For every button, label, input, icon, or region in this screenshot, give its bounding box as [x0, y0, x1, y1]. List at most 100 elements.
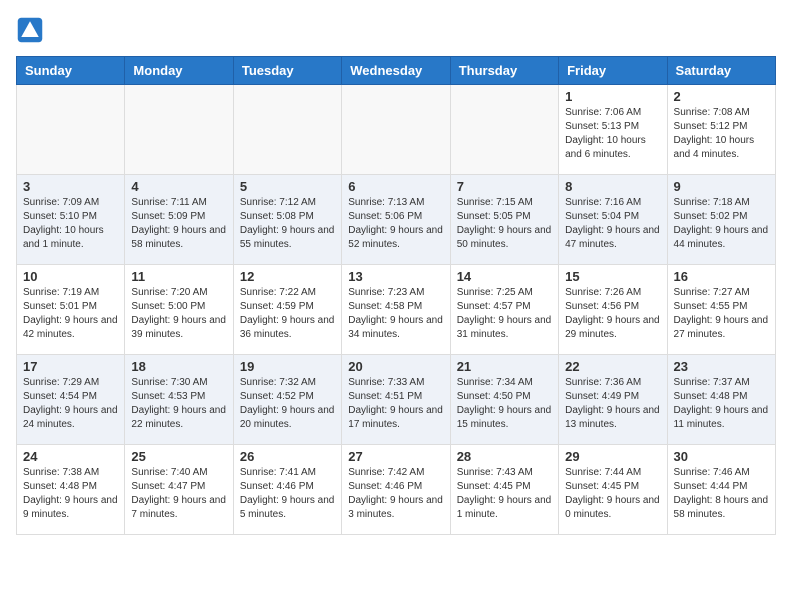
calendar-cell: 10Sunrise: 7:19 AMSunset: 5:01 PMDayligh… [17, 265, 125, 355]
day-number: 15 [565, 269, 660, 284]
calendar-cell: 4 Sunrise: 7:11 AMSunset: 5:09 PMDaylight… [125, 175, 233, 265]
calendar-cell: 6 Sunrise: 7:13 AMSunset: 5:06 PMDaylight… [342, 175, 450, 265]
day-number: 4 [131, 179, 226, 194]
day-number: 16 [674, 269, 769, 284]
calendar-cell: 26 Sunrise: 7:41 AMSunset: 4:46 PMDayligh… [233, 445, 341, 535]
calendar-cell: 5 Sunrise: 7:12 AMSunset: 5:08 PMDaylight… [233, 175, 341, 265]
calendar-cell: 7 Sunrise: 7:15 AMSunset: 5:05 PMDaylight… [450, 175, 558, 265]
header [16, 16, 776, 44]
day-number: 1 [565, 89, 660, 104]
week-row-3: 10Sunrise: 7:19 AMSunset: 5:01 PMDayligh… [17, 265, 776, 355]
day-info: Sunrise: 7:18 AMSunset: 5:02 PMDaylight:… [674, 196, 769, 252]
day-info: Sunrise: 7:16 AMSunset: 5:04 PMDaylight:… [565, 196, 660, 252]
day-number: 21 [457, 359, 552, 374]
calendar-cell: 28 Sunrise: 7:43 AMSunset: 4:45 PMDayligh… [450, 445, 558, 535]
day-info: Sunrise: 7:26 AMSunset: 4:56 PMDaylight:… [565, 286, 660, 342]
day-number: 13 [348, 269, 443, 284]
day-number: 25 [131, 449, 226, 464]
day-info: Sunrise: 7:30 AMSunset: 4:53 PMDaylight:… [131, 376, 226, 432]
day-number: 30 [674, 449, 769, 464]
day-number: 8 [565, 179, 660, 194]
day-info: Sunrise: 7:41 AMSunset: 4:46 PMDaylight:… [240, 466, 335, 522]
calendar-cell: 14 Sunrise: 7:25 AMSunset: 4:57 PMDayligh… [450, 265, 558, 355]
day-info: Sunrise: 7:15 AMSunset: 5:05 PMDaylight:… [457, 196, 552, 252]
day-info: Sunrise: 7:29 AMSunset: 4:54 PMDaylight:… [23, 376, 118, 432]
calendar-cell: 17 Sunrise: 7:29 AMSunset: 4:54 PMDayligh… [17, 355, 125, 445]
weekday-header-row: SundayMondayTuesdayWednesdayThursdayFrid… [17, 57, 776, 85]
day-info: Sunrise: 7:22 AMSunset: 4:59 PMDaylight:… [240, 286, 335, 342]
calendar-table: SundayMondayTuesdayWednesdayThursdayFrid… [16, 56, 776, 535]
calendar-cell: 8 Sunrise: 7:16 AMSunset: 5:04 PMDaylight… [559, 175, 667, 265]
day-number: 29 [565, 449, 660, 464]
day-info: Sunrise: 7:23 AMSunset: 4:58 PMDaylight:… [348, 286, 443, 342]
logo [16, 16, 48, 44]
weekday-wednesday: Wednesday [342, 57, 450, 85]
calendar-cell: 13 Sunrise: 7:23 AMSunset: 4:58 PMDayligh… [342, 265, 450, 355]
week-row-1: 1 Sunrise: 7:06 AMSunset: 5:13 PMDaylight… [17, 85, 776, 175]
day-number: 19 [240, 359, 335, 374]
day-info: Sunrise: 7:20 AMSunset: 5:00 PMDaylight:… [131, 286, 226, 342]
day-number: 18 [131, 359, 226, 374]
day-number: 5 [240, 179, 335, 194]
day-number: 3 [23, 179, 118, 194]
calendar-cell [450, 85, 558, 175]
weekday-thursday: Thursday [450, 57, 558, 85]
calendar-cell: 30 Sunrise: 7:46 AMSunset: 4:44 PMDayligh… [667, 445, 775, 535]
calendar-cell: 19 Sunrise: 7:32 AMSunset: 4:52 PMDayligh… [233, 355, 341, 445]
day-number: 12 [240, 269, 335, 284]
day-number: 9 [674, 179, 769, 194]
calendar-cell [233, 85, 341, 175]
week-row-4: 17 Sunrise: 7:29 AMSunset: 4:54 PMDayligh… [17, 355, 776, 445]
day-number: 17 [23, 359, 118, 374]
day-info: Sunrise: 7:40 AMSunset: 4:47 PMDaylight:… [131, 466, 226, 522]
week-row-5: 24Sunrise: 7:38 AMSunset: 4:48 PMDayligh… [17, 445, 776, 535]
day-info: Sunrise: 7:46 AMSunset: 4:44 PMDaylight:… [674, 466, 769, 522]
day-info: Sunrise: 7:13 AMSunset: 5:06 PMDaylight:… [348, 196, 443, 252]
day-info: Sunrise: 7:19 AMSunset: 5:01 PMDaylight:… [23, 286, 118, 342]
day-info: Sunrise: 7:08 AMSunset: 5:12 PMDaylight:… [674, 106, 769, 162]
calendar-cell: 3Sunrise: 7:09 AMSunset: 5:10 PMDaylight… [17, 175, 125, 265]
calendar-cell: 24Sunrise: 7:38 AMSunset: 4:48 PMDayligh… [17, 445, 125, 535]
day-info: Sunrise: 7:25 AMSunset: 4:57 PMDaylight:… [457, 286, 552, 342]
day-number: 7 [457, 179, 552, 194]
day-info: Sunrise: 7:37 AMSunset: 4:48 PMDaylight:… [674, 376, 769, 432]
day-info: Sunrise: 7:34 AMSunset: 4:50 PMDaylight:… [457, 376, 552, 432]
day-info: Sunrise: 7:44 AMSunset: 4:45 PMDaylight:… [565, 466, 660, 522]
day-number: 2 [674, 89, 769, 104]
day-info: Sunrise: 7:33 AMSunset: 4:51 PMDaylight:… [348, 376, 443, 432]
day-info: Sunrise: 7:43 AMSunset: 4:45 PMDaylight:… [457, 466, 552, 522]
calendar-cell: 1 Sunrise: 7:06 AMSunset: 5:13 PMDaylight… [559, 85, 667, 175]
weekday-tuesday: Tuesday [233, 57, 341, 85]
day-info: Sunrise: 7:42 AMSunset: 4:46 PMDaylight:… [348, 466, 443, 522]
day-info: Sunrise: 7:12 AMSunset: 5:08 PMDaylight:… [240, 196, 335, 252]
day-number: 27 [348, 449, 443, 464]
calendar-cell [125, 85, 233, 175]
day-number: 22 [565, 359, 660, 374]
day-number: 20 [348, 359, 443, 374]
day-number: 6 [348, 179, 443, 194]
week-row-2: 3Sunrise: 7:09 AMSunset: 5:10 PMDaylight… [17, 175, 776, 265]
calendar-cell: 22Sunrise: 7:36 AMSunset: 4:49 PMDayligh… [559, 355, 667, 445]
calendar-cell: 18 Sunrise: 7:30 AMSunset: 4:53 PMDayligh… [125, 355, 233, 445]
day-info: Sunrise: 7:11 AMSunset: 5:09 PMDaylight:… [131, 196, 226, 252]
day-number: 23 [674, 359, 769, 374]
calendar-cell: 29 Sunrise: 7:44 AMSunset: 4:45 PMDayligh… [559, 445, 667, 535]
weekday-friday: Friday [559, 57, 667, 85]
calendar-cell: 9 Sunrise: 7:18 AMSunset: 5:02 PMDaylight… [667, 175, 775, 265]
calendar-cell: 15 Sunrise: 7:26 AMSunset: 4:56 PMDayligh… [559, 265, 667, 355]
logo-icon [16, 16, 44, 44]
day-number: 24 [23, 449, 118, 464]
weekday-saturday: Saturday [667, 57, 775, 85]
calendar-cell: 25 Sunrise: 7:40 AMSunset: 4:47 PMDayligh… [125, 445, 233, 535]
calendar-cell [342, 85, 450, 175]
day-number: 28 [457, 449, 552, 464]
day-info: Sunrise: 7:32 AMSunset: 4:52 PMDaylight:… [240, 376, 335, 432]
calendar-cell: 11 Sunrise: 7:20 AMSunset: 5:00 PMDayligh… [125, 265, 233, 355]
day-number: 14 [457, 269, 552, 284]
calendar-cell: 21 Sunrise: 7:34 AMSunset: 4:50 PMDayligh… [450, 355, 558, 445]
weekday-sunday: Sunday [17, 57, 125, 85]
day-number: 26 [240, 449, 335, 464]
day-number: 11 [131, 269, 226, 284]
calendar-cell: 2 Sunrise: 7:08 AMSunset: 5:12 PMDaylight… [667, 85, 775, 175]
day-info: Sunrise: 7:06 AMSunset: 5:13 PMDaylight:… [565, 106, 660, 162]
